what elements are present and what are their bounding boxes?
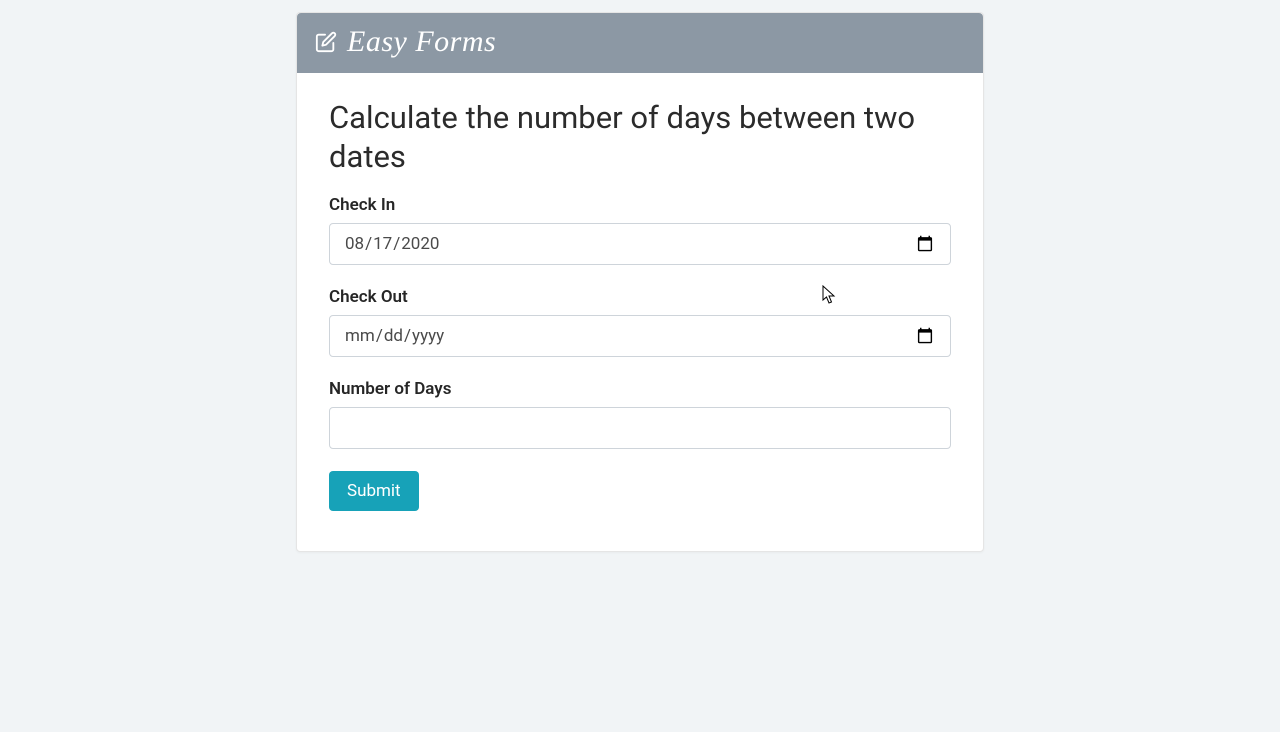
checkout-group: Check Out (329, 287, 951, 357)
submit-button[interactable]: Submit (329, 471, 419, 511)
page-title: Calculate the number of days between two… (329, 99, 951, 177)
checkin-group: Check In (329, 195, 951, 265)
days-input[interactable] (329, 407, 951, 449)
edit-icon (315, 31, 337, 53)
checkout-input[interactable] (329, 315, 951, 357)
brand-title: Easy Forms (347, 25, 496, 59)
checkin-input[interactable] (329, 223, 951, 265)
days-group: Number of Days (329, 379, 951, 449)
card-body: Calculate the number of days between two… (297, 73, 983, 551)
checkin-label: Check In (329, 195, 951, 215)
card-header: Easy Forms (297, 13, 983, 73)
form-card: Easy Forms Calculate the number of days … (296, 12, 984, 552)
days-label: Number of Days (329, 379, 951, 399)
checkout-label: Check Out (329, 287, 951, 307)
